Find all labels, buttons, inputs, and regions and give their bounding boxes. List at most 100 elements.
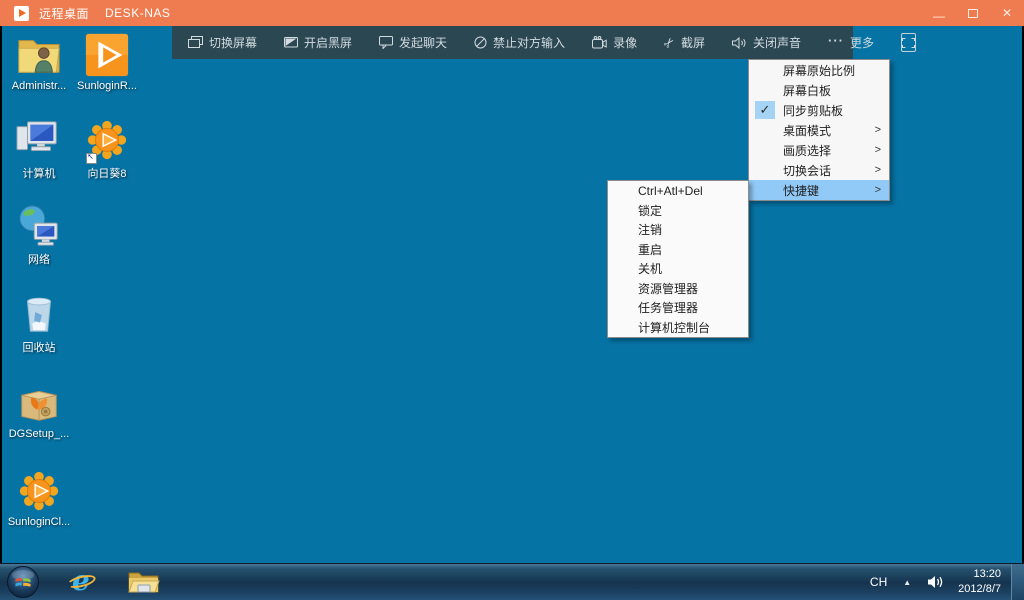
fullscreen-icon [902,37,916,48]
check-spacer [755,61,775,79]
more-menu: 屏幕原始比例 屏幕白板 ✓ 同步剪贴板 桌面模式 > 画质选择 > 切换会话 > [748,59,890,201]
mute-sound-icon [732,36,747,49]
computer-icon [16,121,57,152]
check-icon: ✓ [755,101,775,119]
shortcut-submenu: Ctrl+Atl+Del 锁定 注销 重启 关机 资源管理器 任务管理器 计算机… [607,180,749,338]
desktop-icon-recycle-bin[interactable]: 回收站 [6,291,72,355]
maximize-icon [968,8,978,18]
menu-item-sync-clipboard[interactable]: ✓ 同步剪贴板 [749,100,889,120]
desktop-icon-label: 回收站 [22,342,56,354]
submenu-item-computer-console[interactable]: 计算机控制台 [608,318,748,338]
switch-screen-icon [188,36,203,49]
submenu-item-lock[interactable]: 锁定 [608,201,748,221]
check-spacer [755,121,775,139]
button-label: 切换屏幕 [209,36,258,50]
submenu-arrow-icon: > [874,184,881,196]
fullscreen-button[interactable] [901,33,917,52]
submenu-arrow-icon: > [874,164,881,176]
sunlogin-logo-icon [14,5,29,21]
menu-item-shortcuts[interactable]: 快捷键 > [749,180,889,200]
submenu-arrow-icon: > [874,124,881,136]
menu-item-switch-session[interactable]: 切换会话 > [749,160,889,180]
chat-icon [379,36,394,49]
network-icon [19,205,58,246]
black-screen-icon [284,36,299,49]
desktop-icon-computer[interactable]: 计算机 [6,117,72,181]
button-label: 开启黑屏 [304,36,353,50]
user-folder-icon [18,40,60,73]
black-screen-button[interactable]: 开启黑屏 [284,34,352,51]
clock-time: 13:20 [973,568,1001,581]
desktop-icon-sunloginr[interactable]: SunloginR... [74,32,140,92]
show-desktop-button[interactable] [1011,563,1024,600]
desktop-icon-label: SunloginCl... [7,516,71,528]
clock[interactable]: 13:20 2012/8/7 [958,567,1001,597]
volume-icon[interactable] [927,575,944,589]
system-tray: CH ▲ 13:20 2012/8/7 [870,563,1024,600]
maximize-button[interactable] [956,0,990,26]
button-label: 截屏 [680,36,705,50]
button-label: 录像 [613,36,638,50]
check-spacer [755,161,775,179]
desktop-icon-sunflower8[interactable]: 向日葵8 [74,117,140,181]
close-button[interactable]: ✕ [990,0,1024,26]
desktop-icon-label: 向日葵8 [87,168,127,180]
check-spacer [755,81,775,99]
submenu-item-shutdown[interactable]: 关机 [608,259,748,279]
recycle-bin-icon [27,297,51,332]
sunlogin-square-icon [85,33,129,77]
desktop-icon-label: Administr... [11,80,67,92]
desktop-icon-label: SunloginR... [77,80,137,92]
app-title: 远程桌面 [39,6,90,21]
submenu-item-explorer[interactable]: 资源管理器 [608,279,748,299]
button-label: 发起聊天 [399,36,448,50]
switch-screen-button[interactable]: 切换屏幕 [188,34,257,51]
desktop-icon-dgsetup[interactable]: DGSetup_... [6,380,72,440]
record-icon [592,36,607,49]
remote-toolbar: 切换屏幕 开启黑屏 发起聊天 禁止对方输入 录像 ✂ 截屏 关闭声音 ··· 更… [172,26,917,59]
check-spacer [755,181,775,199]
hidden-icons-arrow-icon[interactable]: ▲ [903,578,911,587]
desktop-icon-sunlogincl[interactable]: SunloginCl... [6,468,72,528]
mute-sound-button[interactable]: 关闭声音 [732,34,801,51]
start-button[interactable] [6,565,40,599]
menu-item-whiteboard[interactable]: 屏幕白板 [749,80,889,100]
desktop-icon-administrator[interactable]: Administr... [6,32,72,92]
submenu-item-ctrl-alt-del[interactable]: Ctrl+Atl+Del [608,181,748,201]
button-label: 关闭声音 [753,36,802,50]
taskbar: e CH ▲ 13:20 2012/8/7 [0,563,1024,600]
submenu-item-restart[interactable]: 重启 [608,240,748,260]
start-chat-button[interactable]: 发起聊天 [379,34,447,51]
more-button[interactable]: ··· 更多 [828,33,875,51]
language-indicator[interactable]: CH [870,575,887,589]
button-label: 更多 [850,36,875,50]
desktop-icon-label: 计算机 [22,168,56,180]
package-box-icon [21,391,57,421]
check-spacer [755,141,775,159]
submenu-item-logout[interactable]: 注销 [608,220,748,240]
menu-item-original-ratio[interactable]: 屏幕原始比例 [749,60,889,80]
taskbar-explorer-button[interactable] [124,565,164,599]
menu-item-desktop-mode[interactable]: 桌面模式 > [749,120,889,140]
desktop-icon-label: DGSetup_... [8,428,70,440]
record-button[interactable]: 录像 [592,34,637,51]
submenu-item-task-manager[interactable]: 任务管理器 [608,298,748,318]
more-dots-icon: ··· [828,33,845,48]
menu-item-quality[interactable]: 画质选择 > [749,140,889,160]
desktop-icon-network[interactable]: 网络 [6,203,72,267]
scissors-icon: ✂ [659,33,679,52]
submenu-arrow-icon: > [874,144,881,156]
folder-icon [128,572,160,593]
desktop-icon-label: 网络 [28,254,50,266]
button-label: 禁止对方输入 [493,36,566,50]
sunflower-icon [19,471,59,511]
clock-date: 2012/8/7 [958,583,1001,595]
screenshot-button[interactable]: ✂ 截屏 [660,33,705,51]
title-bar: 远程桌面 DESK-NAS — ✕ [0,0,1024,26]
remote-desktop-window: 远程桌面 DESK-NAS — ✕ Administr... SunloginR… [0,0,1024,600]
shortcut-arrow-icon [86,153,97,164]
block-input-button[interactable]: 禁止对方输入 [474,34,565,51]
taskbar-ie-button[interactable]: e [62,564,102,599]
block-input-icon [474,36,487,49]
host-name: DESK-NAS [105,6,171,20]
